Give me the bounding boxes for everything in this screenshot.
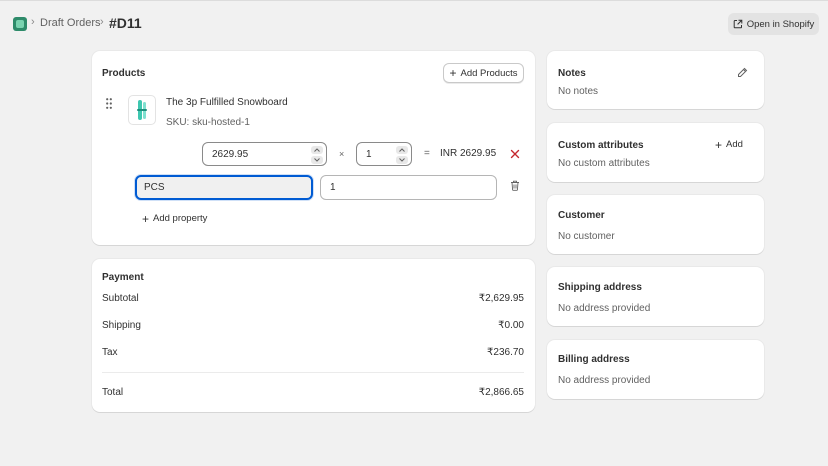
product-sku: SKU: sku-hosted-1 — [166, 117, 250, 128]
subtotal-value: ₹2,629.95 — [478, 293, 524, 304]
customer-card: Customer No customer — [547, 195, 764, 254]
billing-address-card: Billing address No address provided — [547, 340, 764, 399]
total-value: ₹2,866.65 — [478, 387, 524, 398]
payment-title: Payment — [102, 272, 144, 283]
decrement-button[interactable] — [396, 156, 408, 164]
property-value-value: 1 — [330, 182, 336, 193]
plus-icon: + — [142, 211, 150, 226]
edit-pencil-icon[interactable] — [737, 67, 748, 78]
equals-symbol: = — [424, 148, 430, 159]
top-bar: › Draft Orders › #D11 Open in Shopify — [0, 0, 828, 46]
subtotal-label: Subtotal — [102, 293, 139, 304]
external-link-icon — [733, 19, 742, 29]
plus-icon: + — [715, 137, 723, 152]
billing-address-title: Billing address — [558, 354, 630, 365]
price-input[interactable]: 2629.95 — [202, 142, 327, 166]
chevron-down-icon — [399, 158, 405, 162]
tax-label: Tax — [102, 347, 118, 358]
page-title: #D11 — [109, 15, 142, 31]
chevron-up-icon — [314, 148, 320, 152]
add-products-button[interactable]: + Add Products — [443, 63, 524, 83]
snowboard-image — [137, 100, 147, 120]
notes-card: Notes No notes — [547, 51, 764, 109]
increment-button[interactable] — [396, 146, 408, 154]
quantity-stepper[interactable] — [396, 146, 408, 164]
decrement-button[interactable] — [311, 156, 323, 164]
products-title: Products — [102, 68, 146, 79]
shipping-label: Shipping — [102, 320, 141, 331]
shipping-address-title: Shipping address — [558, 282, 642, 293]
customer-empty-text: No customer — [558, 231, 615, 242]
shipping-address-card: Shipping address No address provided — [547, 267, 764, 326]
custom-attributes-empty-text: No custom attributes — [558, 158, 650, 169]
property-value-input[interactable]: 1 — [320, 175, 497, 200]
payment-divider — [102, 372, 524, 373]
customer-title: Customer — [558, 210, 605, 221]
add-products-label: Add Products — [460, 67, 518, 79]
custom-attributes-title: Custom attributes — [558, 140, 644, 151]
add-property-label: Add property — [153, 213, 208, 224]
product-thumbnail — [128, 95, 156, 125]
app-logo-icon[interactable] — [13, 17, 27, 31]
breadcrumb-separator: › — [100, 16, 104, 28]
notes-empty-text: No notes — [558, 86, 599, 97]
open-in-shopify-label: Open in Shopify — [746, 18, 815, 30]
multiply-symbol: × — [339, 149, 345, 159]
line-total: INR 2629.95 — [440, 148, 497, 159]
chevron-up-icon — [399, 148, 405, 152]
chevron-down-icon — [314, 158, 320, 162]
shipping-address-empty-text: No address provided — [558, 303, 651, 314]
property-name-input[interactable]: PCS — [135, 175, 313, 200]
custom-attributes-card: Custom attributes + Add No custom attrib… — [547, 123, 764, 182]
price-stepper[interactable] — [311, 146, 323, 164]
breadcrumb-separator: › — [31, 16, 35, 28]
payment-card: Payment Subtotal ₹2,629.95 Shipping ₹0.0… — [92, 259, 535, 412]
increment-button[interactable] — [311, 146, 323, 154]
add-attribute-label: Add — [726, 139, 743, 150]
property-name-value: PCS — [144, 182, 165, 193]
trash-icon[interactable] — [510, 180, 520, 191]
tax-value: ₹236.70 — [487, 347, 524, 358]
quantity-input[interactable]: 1 — [356, 142, 412, 166]
plus-icon: + — [449, 66, 457, 80]
shipping-value: ₹0.00 — [498, 320, 524, 331]
product-name[interactable]: The 3p Fulfilled Snowboard — [166, 97, 288, 108]
notes-title: Notes — [558, 68, 586, 79]
quantity-value: 1 — [366, 148, 372, 160]
price-value: 2629.95 — [212, 148, 249, 160]
billing-address-empty-text: No address provided — [558, 375, 651, 386]
total-label: Total — [102, 387, 124, 398]
products-card: Products + Add Products The 3p Fulfilled… — [92, 51, 535, 245]
breadcrumb-draft-orders-link[interactable]: Draft Orders — [40, 17, 101, 29]
add-attribute-button[interactable]: + Add — [715, 137, 743, 152]
drag-handle-icon[interactable] — [106, 98, 112, 109]
open-in-shopify-button[interactable]: Open in Shopify — [728, 13, 819, 35]
add-property-button[interactable]: + Add property — [142, 211, 208, 226]
remove-item-icon[interactable] — [510, 149, 520, 159]
